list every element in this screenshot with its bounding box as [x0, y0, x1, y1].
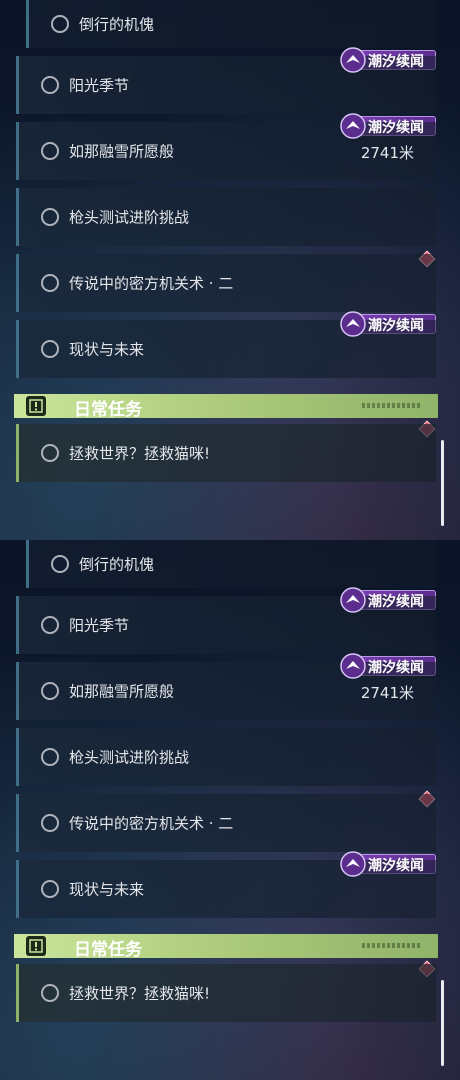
scrollbar[interactable] [441, 980, 444, 1066]
quest-title: 枪头测试进阶挑战 [69, 208, 190, 227]
quest-item-4[interactable]: 传说中的密方机关术 · 二 [16, 254, 436, 312]
tide-tag: 潮汐续闻 [340, 851, 436, 877]
quest-title: 倒行的机傀 [79, 15, 155, 34]
tag-label: 潮汐续闻 [368, 660, 424, 676]
star-bird-icon [340, 47, 366, 73]
quest-distance: 2741米 [360, 144, 414, 162]
exclamation-box-icon [26, 396, 46, 416]
tide-tag: 潮汐续闻 [340, 311, 436, 337]
quest-status-circle-icon [41, 76, 59, 94]
tide-tag: 潮汐续闻 [340, 47, 436, 73]
quest-item-0[interactable]: 倒行的机傀 [26, 0, 436, 48]
scrollbar[interactable] [441, 440, 444, 526]
tide-tag: 潮汐续闻 [340, 113, 436, 139]
daily-tasks-header[interactable]: 日常任务 [14, 394, 438, 420]
quest-status-circle-icon [41, 340, 59, 358]
daily-tasks-title: 日常任务 [74, 400, 142, 420]
quest-status-circle-icon [41, 142, 59, 160]
quest-item-4[interactable]: 传说中的密方机关术 · 二 [16, 794, 436, 852]
quest-status-circle-icon [41, 814, 59, 832]
tide-tag: 潮汐续闻 [340, 653, 436, 679]
tag-label: 潮汐续闻 [368, 54, 424, 70]
header-decoration [362, 943, 422, 948]
quest-title: 如那融雪所愿般 [69, 682, 175, 701]
quest-item-3[interactable]: 枪头测试进阶挑战 [16, 188, 436, 246]
quest-item-3[interactable]: 枪头测试进阶挑战 [16, 728, 436, 786]
daily-quest-item[interactable]: 拯救世界？拯救猫咪! [16, 964, 436, 1022]
quest-status-circle-icon [41, 880, 59, 898]
quest-title: 拯救世界？拯救猫咪! [69, 444, 211, 463]
tag-label: 潮汐续闻 [368, 120, 424, 136]
quest-title: 现状与未来 [69, 340, 145, 359]
quest-status-circle-icon [41, 984, 59, 1002]
quest-title: 阳光季节 [69, 76, 130, 95]
quest-title: 拯救世界？拯救猫咪! [69, 984, 211, 1003]
quest-status-circle-icon [41, 274, 59, 292]
quest-title: 现状与未来 [69, 880, 145, 899]
star-bird-icon [340, 311, 366, 337]
quest-status-circle-icon [51, 555, 69, 573]
daily-tasks-header[interactable]: 日常任务 [14, 934, 438, 960]
quest-status-circle-icon [51, 15, 69, 33]
tide-tag: 潮汐续闻 [340, 587, 436, 613]
quest-status-circle-icon [41, 682, 59, 700]
header-decoration [362, 403, 422, 408]
star-bird-icon [340, 587, 366, 613]
quest-status-circle-icon [41, 444, 59, 462]
star-bird-icon [340, 851, 366, 877]
quest-panel-top: 倒行的机傀 潮汐续闻 阳光季节 潮汐续闻 如那融雪所愿般 2741米 枪头测试进… [0, 0, 460, 540]
daily-tasks-title: 日常任务 [74, 940, 142, 960]
quest-distance: 2741米 [360, 684, 414, 702]
tag-label: 潮汐续闻 [368, 858, 424, 874]
quest-title: 如那融雪所愿般 [69, 142, 175, 161]
quest-title: 传说中的密方机关术 · 二 [69, 274, 234, 293]
quest-title: 倒行的机傀 [79, 555, 155, 574]
tag-label: 潮汐续闻 [368, 318, 424, 334]
tag-label: 潮汐续闻 [368, 594, 424, 610]
quest-status-circle-icon [41, 208, 59, 226]
star-bird-icon [340, 653, 366, 679]
quest-item-0[interactable]: 倒行的机傀 [26, 540, 436, 588]
quest-status-circle-icon [41, 748, 59, 766]
quest-title: 传说中的密方机关术 · 二 [69, 814, 234, 833]
quest-status-circle-icon [41, 616, 59, 634]
daily-quest-item[interactable]: 拯救世界？拯救猫咪! [16, 424, 436, 482]
quest-panel-bottom: 倒行的机傀 潮汐续闻 阳光季节 潮汐续闻 如那融雪所愿般 2741米 枪头测试进… [0, 540, 460, 1080]
quest-title: 阳光季节 [69, 616, 130, 635]
star-bird-icon [340, 113, 366, 139]
quest-title: 枪头测试进阶挑战 [69, 748, 190, 767]
exclamation-box-icon [26, 936, 46, 956]
